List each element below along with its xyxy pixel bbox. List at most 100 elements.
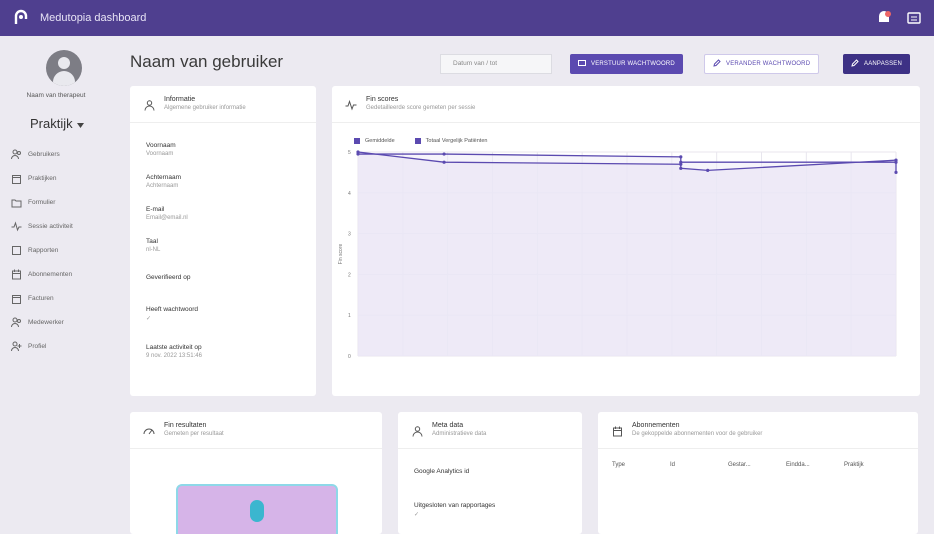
meta-data-subtitle: Administratieve data	[432, 431, 487, 437]
column-header[interactable]: Gestar...	[728, 462, 786, 468]
data-point	[706, 168, 710, 172]
y-tick-label: 4	[348, 191, 351, 197]
subscriptions-title: Abonnementen	[632, 422, 680, 429]
column-header[interactable]: Type	[612, 462, 670, 468]
field-label: E-mail	[146, 206, 165, 213]
field-uitgesloten: Uitgesloten van rapportages ✓	[414, 502, 495, 518]
divider	[598, 448, 918, 449]
field-value: nl-NL	[146, 247, 161, 253]
gauge-icon	[142, 424, 156, 438]
column-header[interactable]: Praktijk	[844, 462, 902, 468]
sidebar-item-rapporten[interactable]: Rapporten	[10, 238, 73, 262]
sidebar-item-praktijken[interactable]: Praktijken	[10, 166, 73, 190]
activity-icon	[10, 220, 22, 232]
user-icon	[142, 98, 156, 112]
calendar-icon	[10, 268, 22, 280]
sidebar-item-sessie-activiteit[interactable]: Sessie activiteit	[10, 214, 73, 238]
team-icon	[10, 316, 22, 328]
data-point	[356, 152, 360, 156]
sidebar-item-medewerker[interactable]: Medewerker	[10, 310, 73, 334]
practice-label: Praktijk	[30, 116, 73, 131]
column-header[interactable]: Id	[670, 462, 728, 468]
check-icon: ✓	[414, 512, 420, 518]
sidebar-item-profiel[interactable]: Profiel	[10, 334, 73, 358]
send-password-label: VERSTUUR WACHTWOORD	[591, 61, 675, 67]
subscriptions-subtitle: De gekoppelde abonnementen voor de gebru…	[632, 431, 763, 437]
divider	[130, 122, 316, 123]
field-label: Laatste activiteit op	[146, 344, 202, 351]
sidebar-item-gebruikers[interactable]: Gebruikers	[10, 142, 73, 166]
sidebar-nav: Gebruikers Praktijken Formulier Sessie a…	[10, 142, 73, 358]
data-point	[679, 155, 683, 159]
chevron-down-icon	[76, 116, 84, 131]
menu-grid-icon[interactable]	[906, 10, 922, 26]
series-area	[358, 154, 896, 356]
field-label: Heeft wachtwoord	[146, 306, 199, 313]
folder-icon	[10, 196, 22, 208]
field-google-analytics: Google Analytics id	[414, 468, 469, 475]
change-password-label: VERANDER WACHTWOORD	[726, 61, 811, 67]
avatar[interactable]	[46, 50, 82, 86]
field-achternaam: Achternaam Achternaam	[146, 174, 181, 189]
send-password-button[interactable]: VERSTUUR WACHTWOORD	[570, 54, 683, 74]
data-point	[894, 160, 898, 164]
result-visual	[176, 484, 338, 534]
data-point	[442, 152, 446, 156]
field-wachtwoord: Heeft wachtwoord ✓	[146, 306, 198, 322]
info-card-title: Informatie	[164, 96, 196, 103]
avatar-head	[58, 57, 70, 69]
sidebar-item-label: Sessie activiteit	[28, 222, 73, 230]
meta-data-title: Meta data	[432, 422, 464, 429]
app-title: Medutopia dashboard	[40, 12, 147, 24]
figure-icon	[250, 500, 264, 522]
field-label: Voornaam	[146, 142, 176, 149]
divider	[398, 448, 582, 449]
field-value: 9 nov. 2022 13:51:46	[146, 353, 202, 359]
field-label: Google Analytics id	[414, 468, 470, 475]
sidebar-item-label: Gebruikers	[28, 150, 60, 158]
practice-select[interactable]: Praktijk	[30, 116, 84, 131]
pencil-icon	[713, 59, 721, 69]
sidebar-item-formulier[interactable]: Formulier	[10, 190, 73, 214]
field-label: Taal	[146, 238, 158, 245]
fin-results-subtitle: Gemeten per resultaat	[164, 431, 224, 437]
users-icon	[10, 148, 22, 160]
field-email: E-mail Email@email.nl	[146, 206, 188, 221]
sidebar-item-label: Praktijken	[28, 174, 57, 182]
y-tick-label: 2	[348, 272, 351, 278]
user-role-label: Naam van therapeut	[26, 92, 86, 99]
date-range-input[interactable]: Datum van / tot	[440, 54, 552, 74]
sidebar-item-facturen[interactable]: Facturen	[10, 286, 73, 310]
file-icon	[10, 292, 22, 304]
y-tick-label: 0	[348, 354, 351, 360]
table-header: Type Id Gestar... Eindda... Praktijk	[612, 462, 902, 468]
sidebar-item-label: Formulier	[28, 198, 56, 206]
field-label: Achternaam	[146, 174, 182, 181]
fin-scores-card: Fin scores Gedetailleerde score gemeten …	[332, 86, 920, 396]
field-value: Achternaam	[146, 183, 179, 189]
sidebar: Naam van therapeut Praktijk Gebruikers P…	[0, 36, 112, 534]
mail-icon	[578, 59, 586, 69]
sidebar-item-label: Rapporten	[28, 246, 59, 254]
brand-logo-icon[interactable]	[12, 9, 30, 27]
column-header[interactable]: Eindda...	[786, 462, 844, 468]
notifications-icon[interactable]	[876, 10, 892, 26]
field-label: Geverifieerd op	[146, 274, 191, 281]
data-point	[894, 170, 898, 174]
fin-results-card: Fin resultaten Gemeten per resultaat	[130, 412, 382, 534]
data-point	[442, 160, 446, 164]
edit-button[interactable]: AANPASSEN	[843, 54, 911, 74]
calendar-icon	[610, 424, 624, 438]
y-tick-label: 3	[348, 232, 351, 238]
y-tick-label: 5	[348, 150, 351, 156]
edit-label: AANPASSEN	[864, 61, 903, 67]
change-password-button[interactable]: VERANDER WACHTWOORD	[704, 54, 820, 74]
user-add-icon	[10, 340, 22, 352]
divider	[130, 448, 382, 449]
subscriptions-card: Abonnementen De gekoppelde abonnementen …	[598, 412, 918, 534]
info-card: Informatie Algemene gebruiker informatie…	[130, 86, 316, 396]
sidebar-item-label: Profiel	[28, 342, 47, 350]
sidebar-item-abonnementen[interactable]: Abonnementen	[10, 262, 73, 286]
field-label: Uitgesloten van rapportages	[414, 502, 496, 509]
top-navigation-bar: Medutopia dashboard	[0, 0, 934, 36]
